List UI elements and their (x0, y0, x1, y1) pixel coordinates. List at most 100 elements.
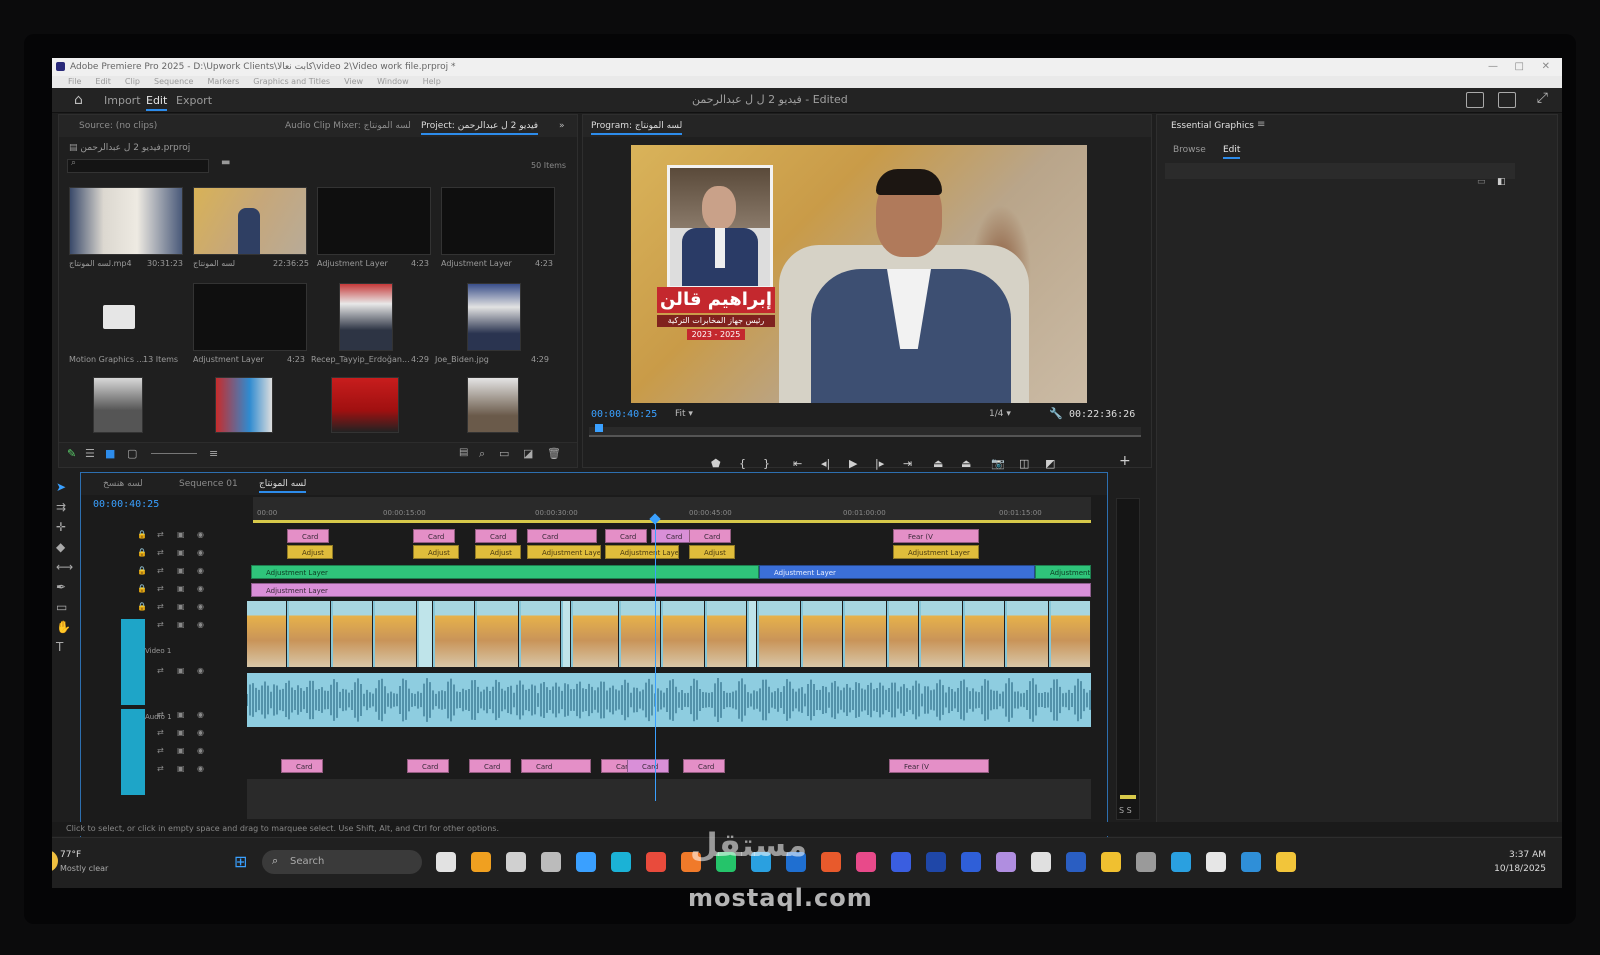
eye-icon[interactable]: ◉ (197, 746, 204, 755)
project-item-thumb[interactable] (93, 377, 143, 433)
layer-options-icon[interactable]: ◧ (1497, 177, 1506, 187)
freeform-view-icon[interactable]: ▢ (127, 447, 137, 460)
track-select-tool-icon[interactable]: ⇉ (56, 500, 76, 514)
timeline-clip[interactable]: Adjust (287, 545, 333, 559)
tab-edit[interactable]: Edit (1223, 145, 1241, 159)
eye-icon[interactable]: ◉ (197, 530, 204, 539)
sync-lock-icon[interactable]: ⇄ (157, 602, 164, 611)
menu-item[interactable]: View (344, 77, 363, 86)
rectangle-tool-icon[interactable]: ▭ (56, 600, 76, 614)
audio-track-clips[interactable] (247, 673, 1091, 727)
timeline-clip[interactable]: Card (469, 759, 511, 773)
eye-icon[interactable]: ◉ (197, 728, 204, 737)
eye-icon[interactable]: ◉ (197, 620, 204, 629)
fit-select[interactable]: Fit ▾ (675, 409, 693, 419)
maximize-icon[interactable]: □ (1515, 58, 1524, 76)
github-icon[interactable] (1206, 852, 1226, 872)
video-clip-thumb[interactable] (419, 601, 433, 667)
toggle-output-icon[interactable]: ▣ (177, 710, 185, 719)
project-search-input[interactable]: ⌕ (67, 158, 209, 173)
proxy-toggle-icon[interactable]: ◩ (1045, 457, 1055, 470)
go-to-out-icon[interactable]: ⇥ (903, 457, 912, 470)
timeline-clip[interactable]: Card (521, 759, 591, 773)
folder-icon[interactable] (103, 305, 135, 329)
timeline-clip[interactable]: Adjustment Layer (1035, 565, 1091, 579)
tab-source[interactable]: Source: (no clips) (79, 121, 157, 131)
chrome-icon[interactable] (646, 852, 666, 872)
figma-icon[interactable] (1101, 852, 1121, 872)
timeline-clip[interactable]: Adjustment Layer (759, 565, 1035, 579)
edge-icon[interactable] (611, 852, 631, 872)
tab-sequence-main[interactable]: لسه المونتاج (259, 479, 307, 493)
video-clip-thumb[interactable] (477, 601, 519, 667)
sync-lock-icon[interactable]: ⇄ (157, 764, 164, 773)
menu-item[interactable]: File (68, 77, 81, 86)
video-clip-thumb[interactable] (889, 601, 919, 667)
taskbar-search-input[interactable]: ⌕ Search (262, 850, 422, 874)
menu-item[interactable]: Clip (125, 77, 140, 86)
tab-sequence-a[interactable]: لسه هنسخ (103, 479, 143, 489)
sync-lock-icon[interactable]: ⇄ (157, 666, 164, 675)
minimize-icon[interactable]: — (1488, 58, 1498, 76)
panel-overflow-icon[interactable]: » (559, 121, 565, 131)
video-clip-thumb[interactable] (921, 601, 963, 667)
folder-icon[interactable] (1276, 852, 1296, 872)
timeline-clip[interactable]: Fear (V (889, 759, 989, 773)
clipboard-icon[interactable] (541, 852, 561, 872)
vlc-icon[interactable] (471, 852, 491, 872)
button-editor-icon[interactable]: + (1119, 453, 1131, 469)
timeline-clip[interactable]: Adjustment Layer (527, 545, 601, 559)
menu-item[interactable]: Edit (95, 77, 111, 86)
start-icon[interactable]: ⊞ (234, 852, 247, 871)
tab-sequence-01[interactable]: Sequence 01 (179, 479, 238, 489)
settings-icon[interactable] (1136, 852, 1156, 872)
calendar-icon[interactable] (506, 852, 526, 872)
fullscreen-icon[interactable]: ⤢ (1537, 90, 1548, 106)
zoom-icon[interactable] (1171, 852, 1191, 872)
sort-icon[interactable]: ≡ (209, 447, 218, 460)
project-item-thumb[interactable] (215, 377, 273, 433)
timeline-clip[interactable]: Card (627, 759, 669, 773)
sync-lock-icon[interactable]: ⇄ (157, 548, 164, 557)
project-item-thumb[interactable] (467, 377, 519, 433)
workspace-tab-import[interactable]: Import (104, 94, 141, 107)
premiere-pro-icon[interactable] (891, 852, 911, 872)
quick-export-icon[interactable] (1498, 92, 1516, 108)
video-clip-thumb[interactable] (845, 601, 887, 667)
trash-icon[interactable]: 🗑 (547, 447, 561, 460)
menu-item[interactable]: Help (423, 77, 441, 86)
timeline-clip[interactable]: Card (413, 529, 455, 543)
video-clip-thumb[interactable] (707, 601, 747, 667)
a1-target-highlight[interactable] (121, 709, 145, 795)
timeline-clip[interactable]: Card (689, 529, 731, 543)
menu-item[interactable]: Graphics and Titles (253, 77, 330, 86)
project-item-thumb[interactable] (441, 187, 555, 255)
timeline-clip[interactable]: Adjust (475, 545, 521, 559)
program-current-timecode[interactable]: 00:00:40:25 (591, 409, 657, 420)
video-clip-thumb[interactable] (563, 601, 571, 667)
new-layer-icon[interactable]: ▭ (1477, 177, 1486, 187)
new-bin-icon[interactable]: ▬ (221, 157, 230, 168)
menu-item[interactable]: Markers (207, 77, 239, 86)
media-encoder-icon[interactable] (961, 852, 981, 872)
sync-lock-icon[interactable]: ⇄ (157, 584, 164, 593)
add-marker-icon[interactable]: ⬟ (711, 457, 721, 470)
project-item-thumb[interactable] (339, 283, 393, 351)
video-clip-thumb[interactable] (1051, 601, 1091, 667)
eye-icon[interactable]: ◉ (197, 710, 204, 719)
timeline-clip[interactable]: Card (407, 759, 449, 773)
graphics-layer-list[interactable] (1165, 163, 1515, 179)
program-scrubber[interactable] (589, 424, 1141, 437)
icon-view-icon[interactable]: ■ (105, 447, 115, 460)
video-clip-thumb[interactable] (759, 601, 801, 667)
toggle-output-icon[interactable]: ▣ (177, 602, 185, 611)
toggle-output-icon[interactable]: ▣ (177, 728, 185, 737)
lock-icon[interactable]: 🔒 (137, 602, 147, 611)
eye-icon[interactable]: ◉ (197, 764, 204, 773)
workspaces-icon[interactable] (1466, 92, 1484, 108)
video-clip-thumb[interactable] (965, 601, 1005, 667)
sync-lock-icon[interactable]: ⇄ (157, 746, 164, 755)
timeline-clip[interactable]: Card (605, 529, 647, 543)
lock-icon[interactable]: 🔒 (137, 584, 147, 593)
timeline-clip[interactable]: Adjustment Layer (251, 565, 759, 579)
